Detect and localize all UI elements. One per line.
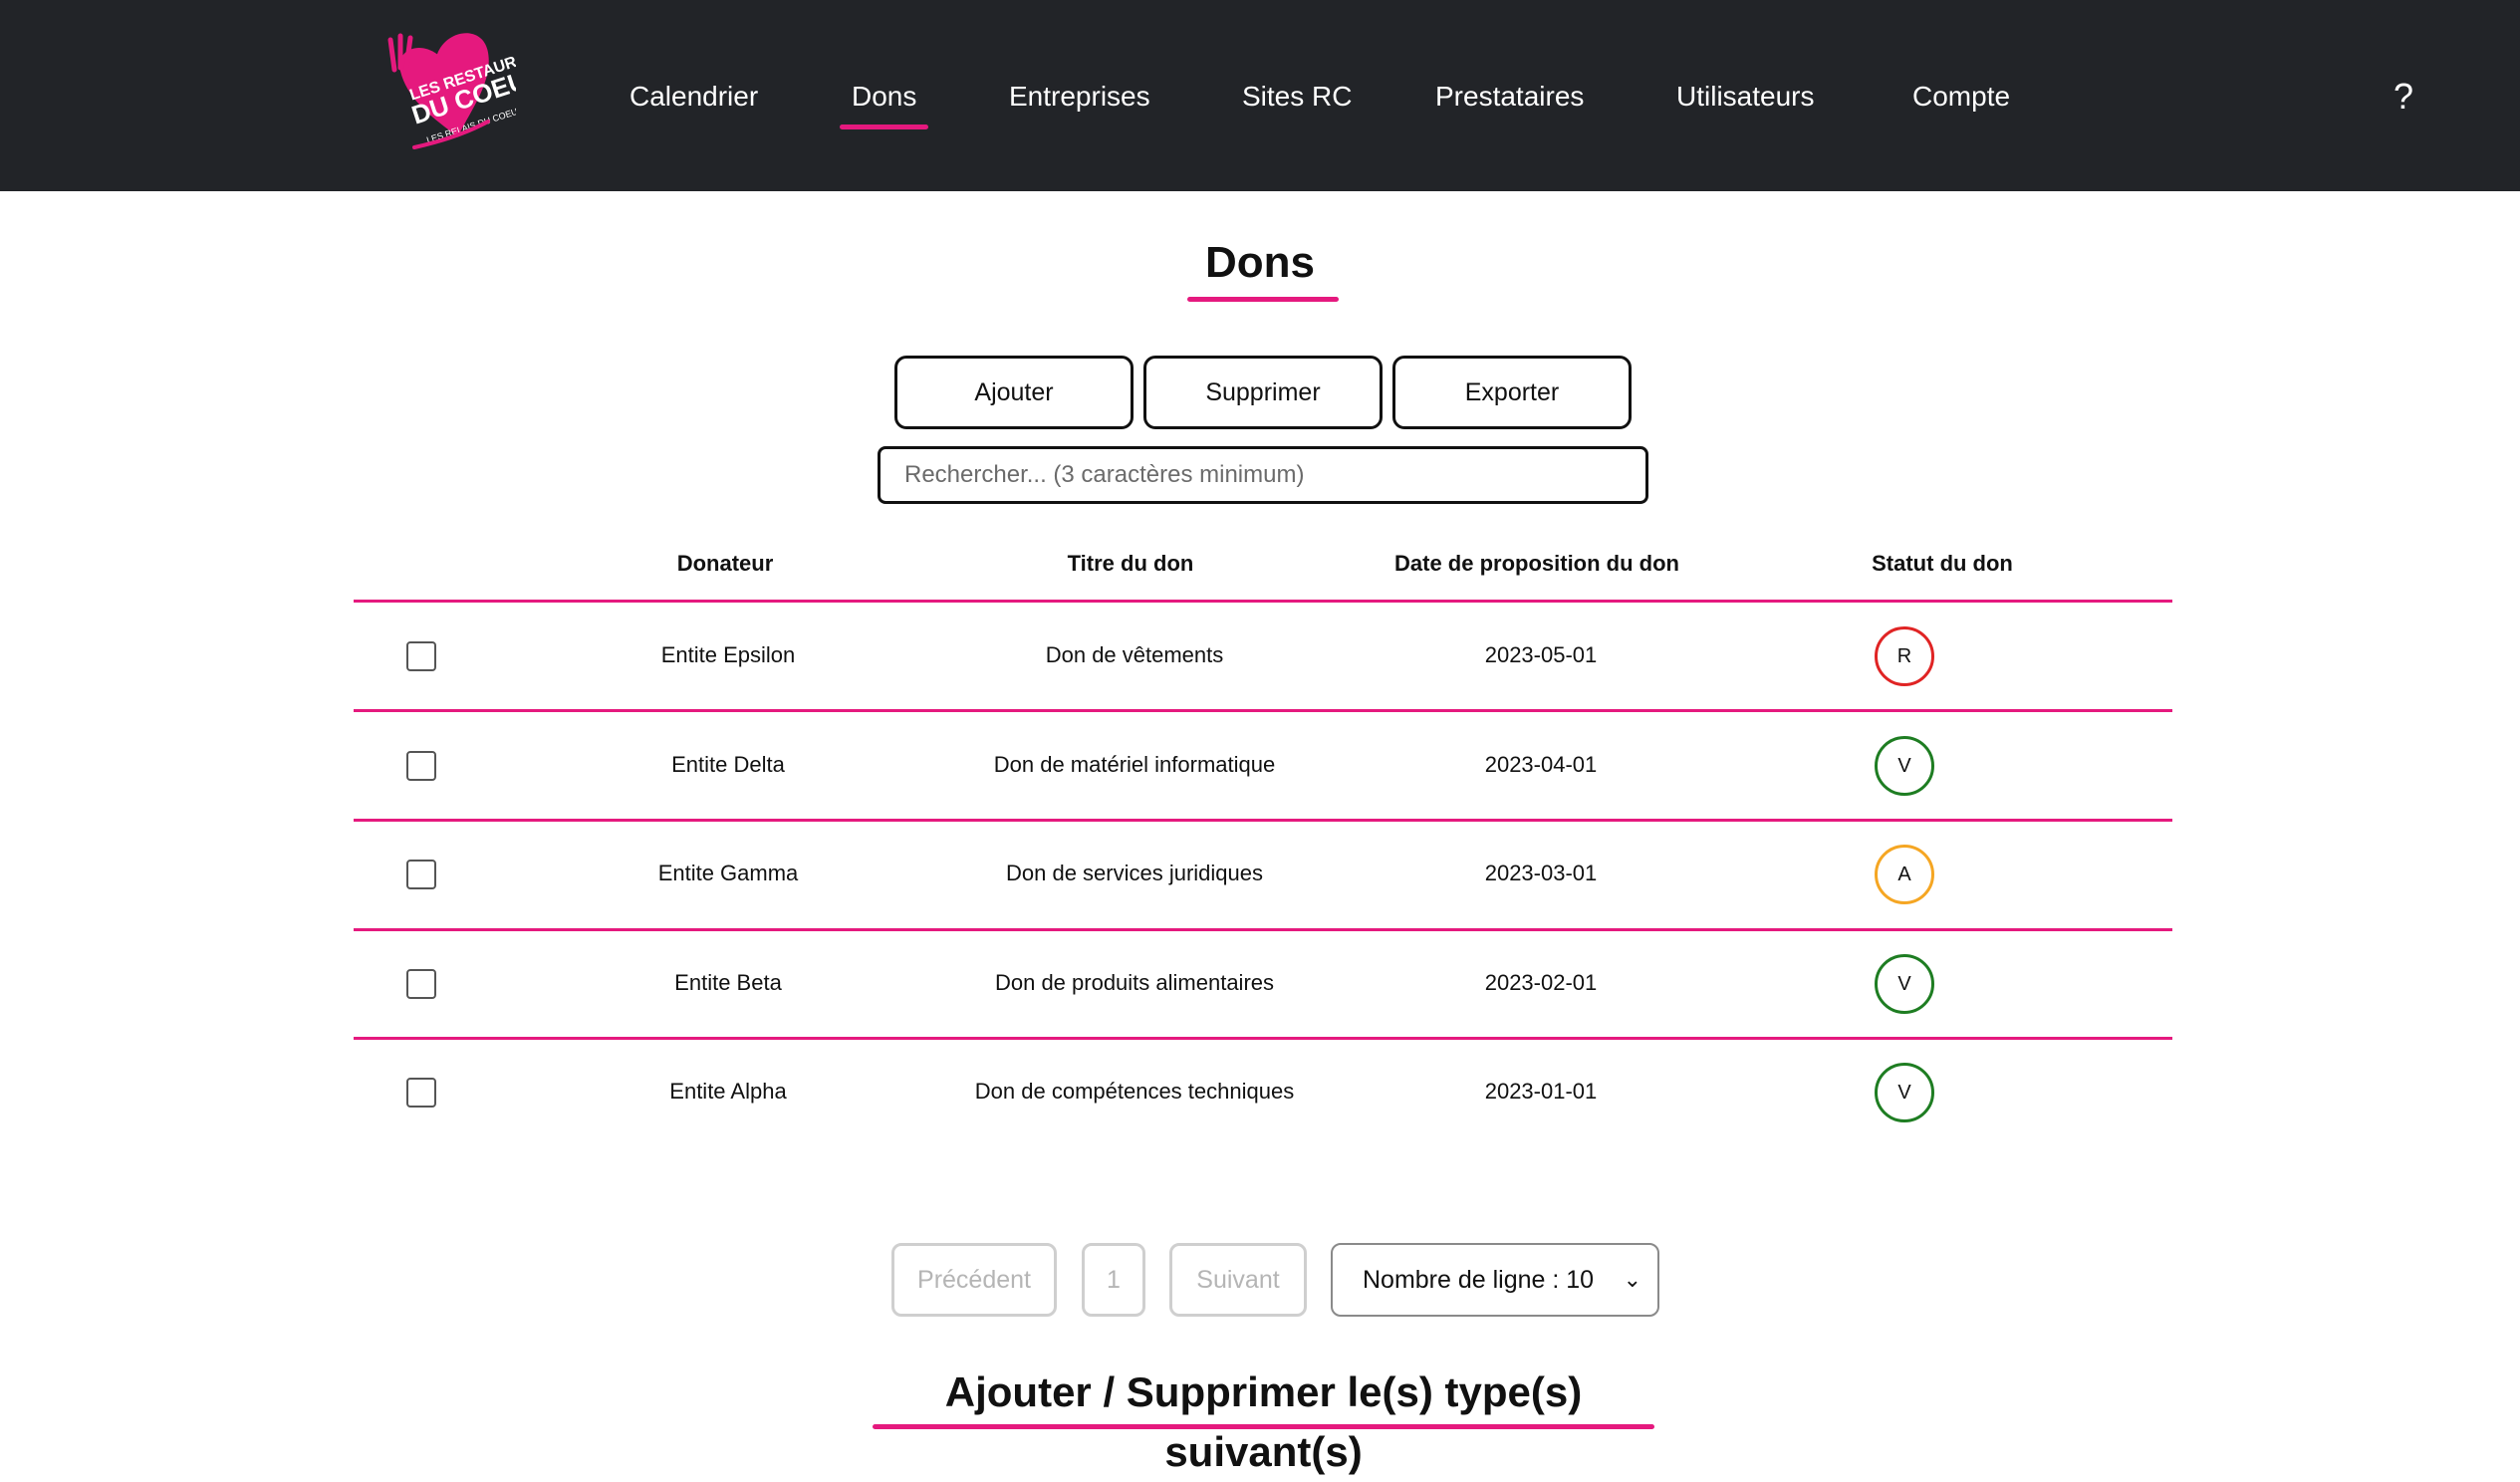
delete-button[interactable]: Supprimer bbox=[1143, 356, 1383, 429]
row-checkbox[interactable] bbox=[406, 969, 436, 999]
help-icon[interactable]: ? bbox=[2389, 70, 2418, 124]
cell-date: 2023-01-01 bbox=[1484, 1079, 1598, 1104]
page-title: Dons bbox=[1205, 238, 1315, 287]
row-checkbox[interactable] bbox=[406, 860, 436, 889]
table-divider bbox=[354, 709, 2172, 712]
table-divider bbox=[354, 928, 2172, 931]
export-button[interactable]: Exporter bbox=[1392, 356, 1632, 429]
add-button[interactable]: Ajouter bbox=[894, 356, 1134, 429]
cell-titre: Don de services juridiques bbox=[1005, 861, 1264, 885]
cell-date: 2023-04-01 bbox=[1484, 752, 1598, 777]
row-checkbox[interactable] bbox=[406, 641, 436, 671]
cell-date: 2023-02-01 bbox=[1484, 970, 1598, 995]
section-title: Ajouter / Supprimer le(s) type(s) suivan… bbox=[944, 1368, 1583, 1475]
nav-prestataires[interactable]: Prestataires bbox=[1435, 72, 1584, 122]
cell-titre: Don de vêtements bbox=[1045, 642, 1224, 667]
status-badge: V bbox=[1875, 954, 1934, 1014]
cell-titre: Don de produits alimentaires bbox=[994, 970, 1275, 995]
search-input[interactable] bbox=[878, 446, 1648, 504]
navbar: LES RESTAURANTS DU COEUR LES RELAIS DU C… bbox=[0, 0, 2520, 191]
cell-donateur: Entite Beta bbox=[674, 970, 782, 995]
cell-donateur: Entite Delta bbox=[671, 752, 785, 777]
column-header-date: Date de proposition du don bbox=[1394, 551, 1679, 576]
cell-donateur: Entite Gamma bbox=[657, 861, 799, 885]
page-number-button[interactable]: 1 bbox=[1082, 1243, 1145, 1317]
nav-utilisateurs[interactable]: Utilisateurs bbox=[1676, 72, 1814, 122]
status-badge: V bbox=[1875, 736, 1934, 796]
row-checkbox[interactable] bbox=[406, 751, 436, 781]
rows-per-page-select[interactable]: Nombre de ligne : 10 ⌄ bbox=[1331, 1243, 1659, 1317]
cell-donateur: Entite Epsilon bbox=[660, 642, 796, 667]
nav-dons[interactable]: Dons bbox=[839, 72, 929, 129]
title-underline bbox=[1187, 297, 1339, 302]
cell-date: 2023-05-01 bbox=[1484, 642, 1598, 667]
status-badge: V bbox=[1875, 1063, 1934, 1122]
nav-compte[interactable]: Compte bbox=[1912, 72, 2010, 122]
cell-titre: Don de compétences techniques bbox=[974, 1079, 1295, 1104]
rows-per-page-label: Nombre de ligne : 10 bbox=[1363, 1266, 1595, 1294]
column-header-statut: Statut du don bbox=[1872, 551, 2013, 576]
row-checkbox[interactable] bbox=[406, 1078, 436, 1108]
cell-titre: Don de matériel informatique bbox=[993, 752, 1276, 777]
table-divider bbox=[354, 600, 2172, 603]
nav-sites-rc[interactable]: Sites RC bbox=[1242, 72, 1352, 122]
previous-page-button[interactable]: Précédent bbox=[891, 1243, 1057, 1317]
table-divider bbox=[354, 1037, 2172, 1040]
status-badge: R bbox=[1875, 626, 1934, 686]
column-header-donateur: Donateur bbox=[676, 551, 774, 576]
cell-donateur: Entite Alpha bbox=[669, 1079, 787, 1104]
next-page-button[interactable]: Suivant bbox=[1169, 1243, 1307, 1317]
cell-date: 2023-03-01 bbox=[1484, 861, 1598, 885]
nav-entreprises[interactable]: Entreprises bbox=[1009, 72, 1150, 122]
section-underline bbox=[873, 1424, 1654, 1429]
nav-calendrier[interactable]: Calendrier bbox=[630, 72, 758, 122]
chevron-down-icon: ⌄ bbox=[1623, 1267, 1641, 1292]
restos-du-coeur-logo[interactable]: LES RESTAURANTS DU COEUR LES RELAIS DU C… bbox=[386, 30, 516, 159]
column-header-titre: Titre du don bbox=[1067, 551, 1194, 576]
table-divider bbox=[354, 819, 2172, 822]
status-badge: A bbox=[1875, 845, 1934, 904]
